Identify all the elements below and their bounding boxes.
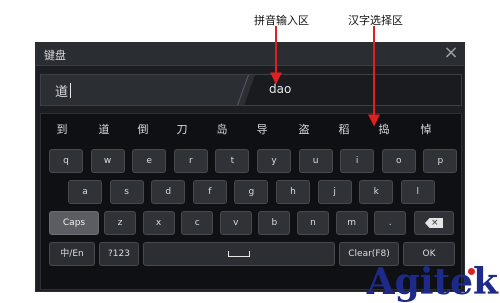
key-a[interactable]: a <box>68 180 102 204</box>
key-q[interactable]: q <box>49 149 83 173</box>
candidate-8[interactable]: 稻 <box>329 121 359 137</box>
backspace-button[interactable]: × <box>414 211 454 235</box>
pinyin-input-field[interactable]: dao <box>247 75 461 105</box>
key-v[interactable]: v <box>219 211 252 235</box>
hanzi-input-field[interactable]: 道 <box>41 75 255 105</box>
key-x[interactable]: x <box>142 211 175 235</box>
caps-button[interactable]: Caps <box>49 211 99 235</box>
key-h[interactable]: h <box>276 180 310 204</box>
key-j[interactable]: j <box>317 180 352 204</box>
key-g[interactable]: g <box>234 180 269 204</box>
key-y[interactable]: y <box>257 149 291 173</box>
watermark-logo: Agitek <box>367 261 498 303</box>
key-i[interactable]: i <box>340 149 375 173</box>
candidate-10[interactable]: 悼 <box>411 121 441 137</box>
keyboard-dialog: 键盘 × 道 dao 到道倒刀岛导盗稻捣悼 qwertyuiopasdfghjk… <box>35 42 465 292</box>
watermark-text: Agitek <box>366 261 498 303</box>
key-f[interactable]: f <box>192 180 227 204</box>
key-o[interactable]: o <box>381 149 416 173</box>
key-t[interactable]: t <box>215 149 250 173</box>
key-p[interactable]: p <box>423 149 458 173</box>
backspace-icon: × <box>425 218 443 228</box>
hanzi-input-value: 道 <box>55 85 69 100</box>
key-s[interactable]: s <box>109 180 144 204</box>
key-w[interactable]: w <box>90 149 125 173</box>
key-n[interactable]: n <box>297 211 329 235</box>
key-m[interactable]: m <box>335 211 368 235</box>
candidate-4[interactable]: 刀 <box>167 121 197 137</box>
dialog-title: 键盘 <box>44 49 66 62</box>
key-c[interactable]: c <box>181 211 214 235</box>
backspace-x-mark: × <box>431 218 439 228</box>
candidate-3[interactable]: 倒 <box>128 121 158 137</box>
hanzi-area-annotation: 汉字选择区 <box>348 14 403 27</box>
key-period[interactable]: . <box>374 211 407 235</box>
key-u[interactable]: u <box>298 149 333 173</box>
watermark-dot <box>467 268 475 275</box>
key-e[interactable]: e <box>132 149 167 173</box>
key-b[interactable]: b <box>258 211 291 235</box>
candidate-5[interactable]: 岛 <box>207 121 237 137</box>
close-icon[interactable]: × <box>442 44 460 62</box>
candidate-9[interactable]: 捣 <box>369 121 399 137</box>
candidate-6[interactable]: 导 <box>247 121 277 137</box>
space-icon <box>228 251 250 257</box>
symbols-button[interactable]: ?123 <box>99 242 139 266</box>
key-l[interactable]: l <box>400 180 435 204</box>
pinyin-area-annotation: 拼音输入区 <box>254 14 309 27</box>
key-r[interactable]: r <box>173 149 208 173</box>
candidate-7[interactable]: 盗 <box>289 121 319 137</box>
input-row: 道 dao <box>40 74 462 106</box>
key-z[interactable]: z <box>104 211 136 235</box>
language-toggle-button[interactable]: 中/En <box>49 242 95 266</box>
key-d[interactable]: d <box>151 180 186 204</box>
text-caret <box>70 83 71 98</box>
candidate-1[interactable]: 到 <box>47 121 77 137</box>
space-button[interactable] <box>143 242 335 266</box>
pinyin-input-value: dao <box>269 82 292 96</box>
candidate-2[interactable]: 道 <box>89 121 119 137</box>
key-k[interactable]: k <box>359 180 394 204</box>
dialog-titlebar: 键盘 × <box>36 43 464 66</box>
